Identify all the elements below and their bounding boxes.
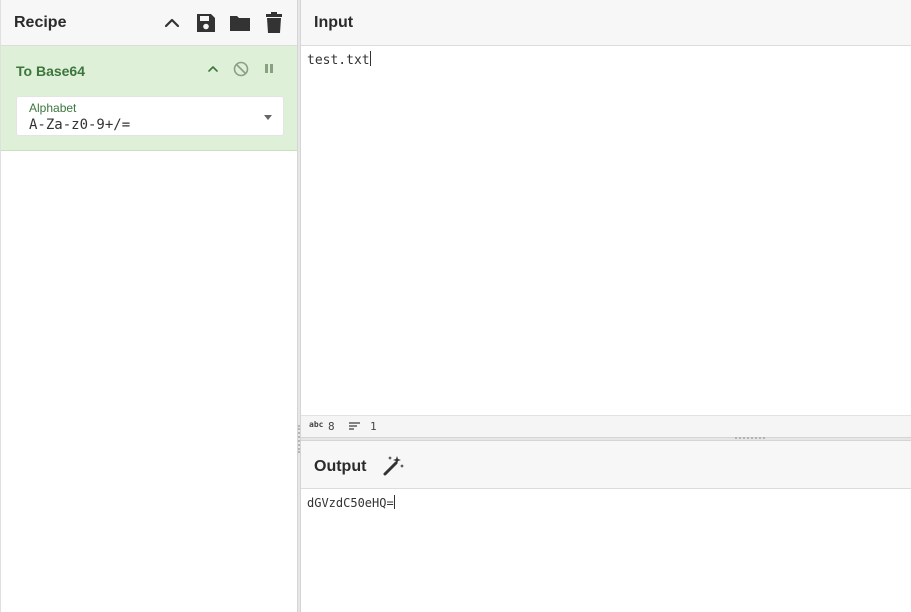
length-icon: abc xyxy=(309,420,324,429)
vertical-resize-grip[interactable] xyxy=(298,425,300,453)
save-icon[interactable] xyxy=(194,11,218,35)
output-title: Output xyxy=(314,458,367,475)
magic-wand-icon[interactable] xyxy=(381,454,405,478)
recipe-pane: Recipe To Base64 Alphabet A-Za-z0-9+/= xyxy=(0,0,298,612)
output-textarea[interactable]: dGVzdC50eHQ= xyxy=(307,495,395,510)
caret-down-icon[interactable] xyxy=(264,115,272,120)
input-lines: 1 xyxy=(370,420,377,433)
folder-icon[interactable] xyxy=(228,11,252,35)
output-header: Output xyxy=(301,441,911,489)
input-header: Input xyxy=(301,0,911,46)
horizontal-resize-grip[interactable] xyxy=(735,437,765,439)
operation-name: To Base64 xyxy=(16,63,85,79)
recipe-header: Recipe xyxy=(1,0,297,46)
input-length: 8 xyxy=(328,420,335,433)
pause-icon[interactable] xyxy=(260,60,278,78)
lines-icon xyxy=(349,421,361,434)
input-pane: Input test.txt abc 8 1 xyxy=(301,0,911,437)
chevron-up-icon[interactable] xyxy=(160,11,184,35)
input-status-bar: abc 8 1 xyxy=(301,415,911,437)
output-value: dGVzdC50eHQ= xyxy=(307,496,394,510)
input-value: test.txt xyxy=(307,53,370,68)
recipe-title: Recipe xyxy=(14,14,67,31)
text-cursor xyxy=(393,495,395,509)
chevron-up-icon[interactable] xyxy=(204,60,222,78)
operation-to-base64[interactable]: To Base64 Alphabet A-Za-z0-9+/= xyxy=(1,46,298,151)
alphabet-label: Alphabet xyxy=(29,101,77,115)
alphabet-select[interactable]: Alphabet A-Za-z0-9+/= xyxy=(16,96,284,136)
trash-icon[interactable] xyxy=(262,11,286,35)
output-pane: Output dGVzdC50eHQ= xyxy=(301,441,911,612)
disable-icon[interactable] xyxy=(232,60,250,78)
input-textarea[interactable]: test.txt xyxy=(307,51,371,68)
alphabet-value: A-Za-z0-9+/= xyxy=(29,117,131,133)
input-title: Input xyxy=(314,14,354,31)
text-cursor xyxy=(369,51,371,66)
